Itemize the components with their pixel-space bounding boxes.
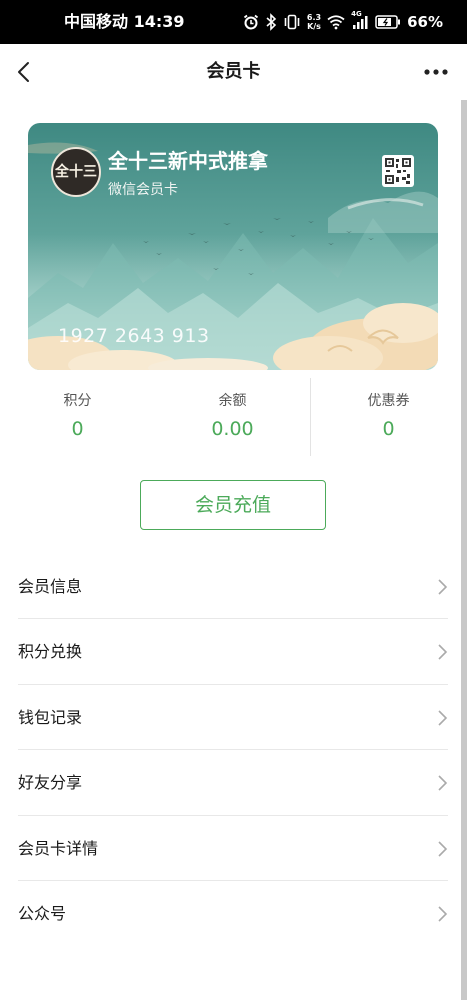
stat-label: 余额 (218, 393, 247, 409)
menu-list: 会员信息 积分兑换 钱包记录 好友分享 会员卡详情 公众号 (18, 554, 448, 946)
chevron-right-icon (438, 775, 448, 791)
more-icon[interactable] (421, 58, 451, 86)
nav-bar: 会员卡 (0, 44, 467, 100)
brand-logo: 全十三 (51, 147, 101, 197)
chevron-right-icon (438, 906, 448, 922)
menu-item-label: 公众号 (18, 903, 67, 923)
alarm-icon (243, 14, 258, 30)
menu-item-points-exchange[interactable]: 积分兑换 (18, 619, 448, 685)
menu-item-member-info[interactable]: 会员信息 (18, 554, 448, 620)
stat-value: 0 (382, 418, 395, 440)
battery-icon (375, 15, 401, 29)
stat-balance[interactable]: 余额 0.00 (155, 378, 310, 456)
page-title: 会员卡 (206, 61, 261, 82)
menu-item-wallet-records[interactable]: 钱包记录 (18, 685, 448, 751)
card-number: 1927 2643 913 (58, 325, 210, 347)
card-type-label: 微信会员卡 (108, 182, 178, 198)
signal-icon (353, 16, 368, 29)
wifi-icon (327, 15, 345, 30)
stat-label: 积分 (63, 393, 92, 409)
battery-level: 66% (407, 13, 443, 31)
signal-strength: 4G (351, 10, 369, 30)
bluetooth-icon (266, 13, 277, 31)
menu-item-label: 会员信息 (18, 577, 83, 596)
recharge-button[interactable]: 会员充值 (140, 480, 326, 530)
scrollbar[interactable] (461, 100, 467, 1000)
status-icons: 6.3 K/s 4G 66% (243, 0, 443, 44)
vibrate-icon (284, 14, 300, 30)
stat-value: 0.00 (211, 418, 254, 440)
stat-points[interactable]: 积分 0 (0, 378, 155, 456)
chevron-right-icon (438, 579, 448, 595)
chevron-right-icon (438, 644, 448, 660)
member-card[interactable]: 全十三 全十三新中式推拿 微信会员卡 1927 2643 913 (28, 123, 438, 370)
menu-item-label: 钱包记录 (18, 707, 83, 727)
menu-item-share-friends[interactable]: 好友分享 (18, 750, 448, 816)
menu-item-label: 会员卡详情 (18, 838, 99, 858)
account-stats: 积分 0 余额 0.00 优惠券 0 (0, 378, 467, 456)
chevron-right-icon (438, 840, 448, 857)
qr-code-icon[interactable] (382, 155, 414, 187)
menu-item-label: 好友分享 (18, 773, 83, 793)
stat-label: 优惠券 (367, 393, 410, 409)
status-bar: 中国移动 14:39 6.3 K/s 4G 66% (0, 0, 467, 44)
carrier-time: 中国移动 14:39 (64, 12, 185, 31)
menu-item-card-details[interactable]: 会员卡详情 (18, 816, 448, 881)
card-store-name: 全十三新中式推拿 (108, 149, 268, 173)
net-speed: 6.3 K/s (306, 13, 322, 31)
chevron-right-icon (438, 710, 448, 726)
menu-item-official-account[interactable]: 公众号 (18, 881, 448, 946)
menu-item-label: 积分兑换 (18, 642, 83, 662)
stat-coupons[interactable]: 优惠券 0 (311, 378, 466, 456)
stat-value: 0 (71, 418, 84, 440)
